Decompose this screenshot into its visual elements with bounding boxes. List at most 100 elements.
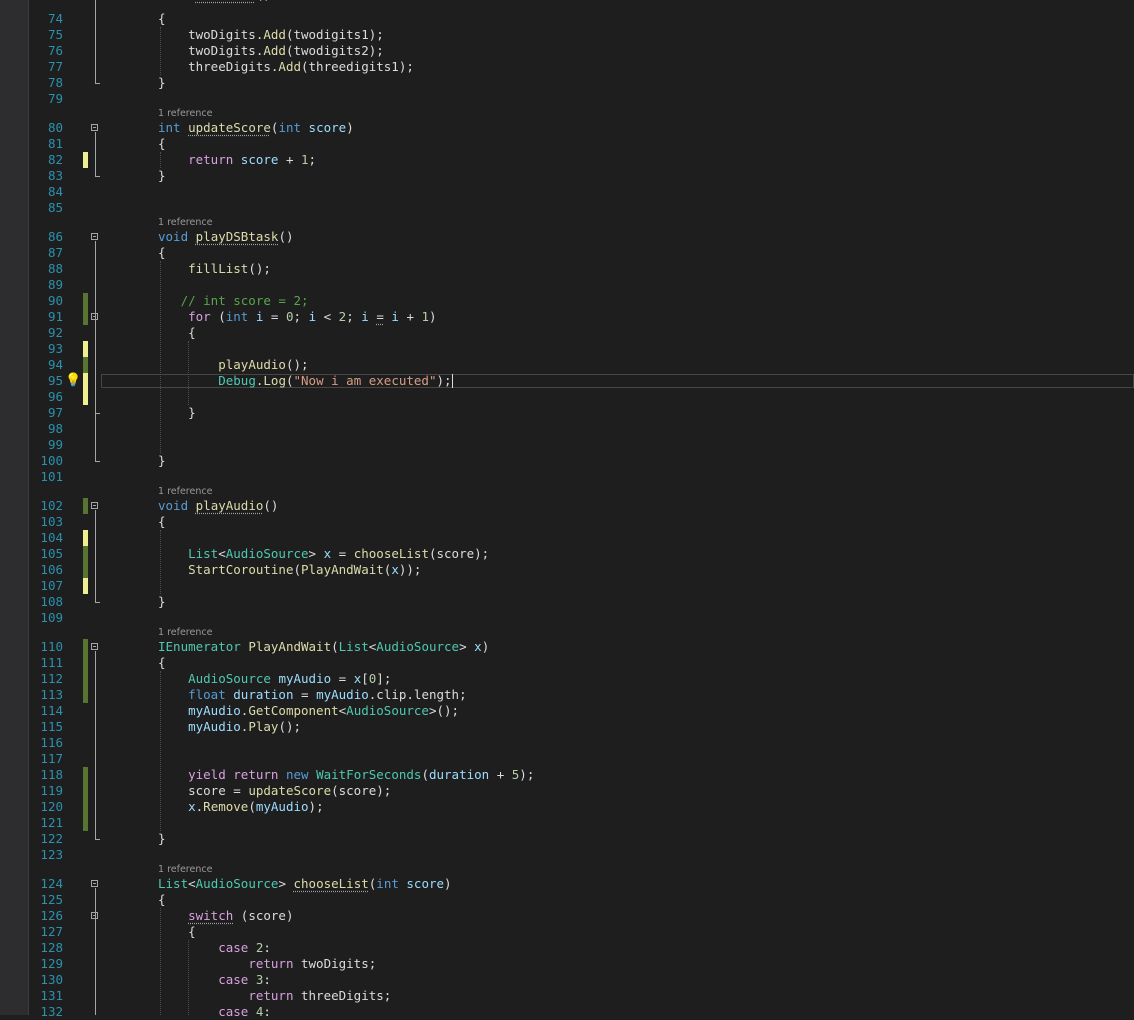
code-token: ; bbox=[308, 152, 317, 167]
lightbulb-icon[interactable]: 💡 bbox=[65, 373, 81, 389]
change-marker bbox=[83, 783, 88, 799]
code-token: Add bbox=[278, 59, 301, 74]
reference-codelens[interactable]: 1 reference bbox=[158, 108, 212, 120]
collapse-icon[interactable] bbox=[91, 880, 98, 887]
code-token: updateScore bbox=[248, 783, 332, 798]
reference-codelens[interactable]: 1 reference bbox=[158, 486, 212, 498]
code-row: 88 fillList(); bbox=[29, 261, 1134, 277]
line-number: 111 bbox=[40, 655, 63, 670]
code-line: { bbox=[158, 514, 166, 530]
line-number: 132 bbox=[40, 1004, 63, 1019]
indent-guide bbox=[188, 940, 189, 1015]
code-token: [ bbox=[361, 671, 369, 686]
code-token: () bbox=[263, 498, 279, 513]
code-token: duration bbox=[428, 767, 490, 782]
outline-region-line bbox=[95, 651, 96, 839]
code-token: WaitForSeconds bbox=[316, 767, 422, 782]
reference-codelens[interactable]: 1 reference bbox=[158, 217, 212, 229]
code-token: (twodigits2); bbox=[285, 43, 384, 58]
code-token: x bbox=[474, 639, 482, 654]
code-row: 94 playAudio(); bbox=[29, 357, 1134, 373]
code-line: case 3: bbox=[158, 972, 271, 988]
code-row: 85 bbox=[29, 200, 1134, 216]
code-token: (twodigits1); bbox=[285, 27, 384, 42]
code-line: void playAudio() bbox=[158, 498, 278, 514]
code-token: ; bbox=[293, 309, 309, 324]
line-number: 96 bbox=[47, 389, 63, 404]
outline-region-end bbox=[95, 83, 100, 84]
code-line: } bbox=[158, 453, 166, 469]
code-row: 125 { bbox=[29, 892, 1134, 908]
reference-codelens[interactable]: 1 reference bbox=[158, 627, 212, 639]
code-row: 99 bbox=[29, 437, 1134, 453]
line-number: 73 bbox=[29, 0, 63, 3]
code-row: 119 score = updateScore(score); bbox=[29, 783, 1134, 799]
collapse-icon[interactable] bbox=[91, 643, 98, 650]
change-marker bbox=[83, 341, 88, 357]
collapse-icon[interactable] bbox=[91, 502, 98, 509]
indent-guide bbox=[160, 530, 161, 594]
code-line: } bbox=[158, 168, 166, 184]
code-token: ) bbox=[429, 309, 437, 324]
code-row: 114 myAudio.GetComponent<AudioSource>(); bbox=[29, 703, 1134, 719]
code-token: twoDigits; bbox=[293, 956, 377, 971]
code-token: GetComponent bbox=[248, 703, 339, 718]
indent-guide bbox=[160, 27, 161, 75]
text-caret bbox=[451, 374, 453, 388]
collapse-icon[interactable] bbox=[91, 124, 98, 131]
reference-codelens[interactable]: 1 reference bbox=[158, 864, 212, 876]
code-token: case bbox=[218, 972, 249, 987]
line-number: 119 bbox=[40, 783, 63, 798]
line-number: 80 bbox=[47, 120, 63, 135]
code-token: ( bbox=[285, 373, 294, 388]
code-token: ) bbox=[346, 120, 354, 135]
line-number: 78 bbox=[47, 75, 63, 90]
code-row: 77 threeDigits.Add(threedigits1); bbox=[29, 59, 1134, 75]
code-token: int bbox=[158, 120, 181, 135]
code-row: 97 } bbox=[29, 405, 1134, 421]
code-row: 126 switch (score) bbox=[29, 908, 1134, 924]
code-line: void fillList() bbox=[158, 0, 271, 3]
line-number: 91 bbox=[47, 309, 63, 324]
line-number: 97 bbox=[47, 405, 63, 420]
code-token: PlayAndWait bbox=[248, 639, 332, 654]
code-token: 1 bbox=[421, 309, 430, 324]
code-token: myAudio bbox=[255, 799, 309, 814]
code-row: 84 bbox=[29, 184, 1134, 200]
code-token: void bbox=[158, 498, 189, 513]
code-token: AudioSource bbox=[188, 671, 271, 686]
line-number: 104 bbox=[40, 530, 63, 545]
code-line: } bbox=[158, 594, 166, 610]
code-token: case bbox=[218, 940, 249, 955]
change-marker bbox=[83, 799, 88, 815]
line-number: 120 bbox=[40, 799, 63, 814]
code-row: 122} bbox=[29, 831, 1134, 847]
code-line: { bbox=[158, 136, 166, 152]
code-row: 106 StartCoroutine(PlayAndWait(x)); bbox=[29, 562, 1134, 578]
code-token: + bbox=[398, 309, 422, 324]
code-editor[interactable]: 73 void fillList() 74{75 twoDigits.Add(t… bbox=[29, 0, 1134, 1019]
code-token: } bbox=[158, 75, 166, 90]
outline-region-end bbox=[95, 413, 100, 414]
code-row: 129 return twoDigits; bbox=[29, 956, 1134, 972]
code-token: Add bbox=[263, 43, 286, 58]
line-number: 113 bbox=[40, 687, 63, 702]
code-line: threeDigits.Add(threedigits1); bbox=[158, 59, 414, 75]
line-number: 79 bbox=[47, 91, 63, 106]
code-line: myAudio.Play(); bbox=[158, 719, 301, 735]
collapse-icon[interactable] bbox=[91, 233, 98, 240]
code-row: 110 IEnumerator PlayAndWait(List<AudioSou… bbox=[29, 639, 1134, 655]
code-token: ) bbox=[444, 876, 452, 891]
code-token: twoDigits. bbox=[158, 43, 264, 58]
change-marker bbox=[83, 562, 88, 578]
change-marker bbox=[83, 309, 88, 325]
